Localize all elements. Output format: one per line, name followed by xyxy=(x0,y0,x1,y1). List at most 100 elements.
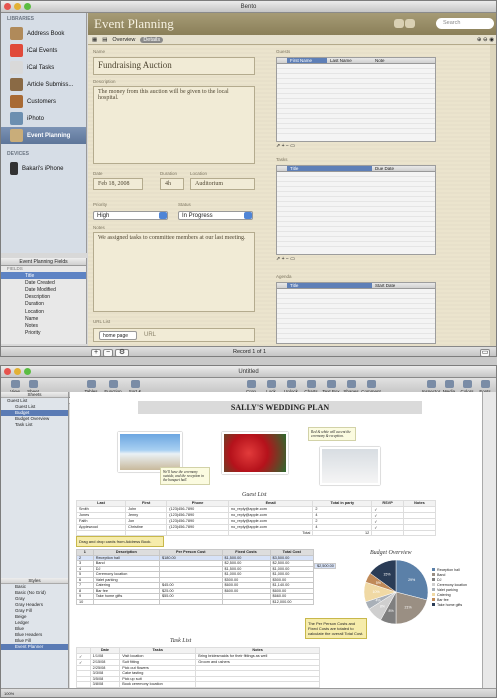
field-item[interactable]: Description xyxy=(1,294,86,301)
sidebar-item-address-book[interactable]: Address Book xyxy=(1,25,86,42)
agenda-grid[interactable]: Title Start Date xyxy=(276,282,436,344)
window-controls xyxy=(4,3,31,10)
legend-swatch xyxy=(432,583,435,586)
add-record-button[interactable]: + xyxy=(91,349,101,356)
notes-field[interactable]: We assigned tasks to committee members a… xyxy=(93,232,255,312)
cake-photo xyxy=(320,447,380,485)
fields-panel: Event Planning Fields FIELDS Title Date C… xyxy=(1,258,87,344)
numbers-titlebar: Untitled xyxy=(1,366,496,378)
priority-select[interactable]: High xyxy=(93,211,168,220)
task-icon xyxy=(10,61,23,74)
guest-table[interactable]: Last First Phone Email Total in party RSVP Not… xyxy=(75,500,437,536)
date-field[interactable]: Feb 18, 2008 xyxy=(93,178,143,190)
field-item[interactable]: Priority xyxy=(1,330,86,337)
duration-label: Duration xyxy=(160,171,178,176)
customers-icon xyxy=(10,95,23,108)
legend-swatch xyxy=(432,588,435,591)
guests-label: Guests xyxy=(276,49,291,54)
sheet-item[interactable]: Task List xyxy=(1,422,68,428)
pie-label: 4% xyxy=(375,598,381,602)
colors-icon xyxy=(462,380,472,388)
field-item[interactable]: Date Created xyxy=(1,279,86,286)
close-button[interactable] xyxy=(4,3,11,10)
minimize-button[interactable] xyxy=(14,3,21,10)
tasks-label: Tasks xyxy=(276,157,288,162)
sidebar-item-customers[interactable]: Customers xyxy=(1,93,86,110)
delete-record-button[interactable]: − xyxy=(103,349,113,356)
list-view-icon[interactable]: ▦ xyxy=(92,37,97,43)
record-controls[interactable]: ⊕ ⊖ ◉ xyxy=(477,37,494,43)
minimize-button[interactable] xyxy=(14,368,21,375)
field-item[interactable]: Duration xyxy=(1,301,86,308)
sidebar-item-iphoto[interactable]: iPhoto xyxy=(1,110,86,127)
location-field[interactable]: Auditorium xyxy=(190,178,255,190)
url-input[interactable]: URL xyxy=(144,332,156,338)
shapes-icon xyxy=(346,380,356,388)
library-main: Event Planning Search ▦ ▤ Overview Detai… xyxy=(88,13,496,346)
field-item[interactable]: Notes xyxy=(1,322,86,329)
grid-row[interactable] xyxy=(277,129,435,134)
field-item[interactable]: Location xyxy=(1,308,86,315)
action-button[interactable]: ⚙ xyxy=(115,349,129,356)
table-row[interactable]: 3/8/08 Book ceremony location xyxy=(76,681,320,688)
budget-pie-chart[interactable]: 29% 21% 8%8% 4% 10% 5% 15% xyxy=(362,558,430,626)
tasks-grid[interactable]: Title Due Date xyxy=(276,165,436,255)
status-label: Status xyxy=(178,202,191,207)
url-type-select[interactable]: home page xyxy=(99,331,137,340)
numbers-statusbar: 100% xyxy=(1,688,496,697)
device-item[interactable]: Bakari's iPhone xyxy=(1,160,86,177)
duration-field[interactable]: 4h xyxy=(160,178,184,190)
tab-overview[interactable]: Overview xyxy=(112,37,135,43)
legend-swatch xyxy=(432,573,435,576)
grid-view-icon[interactable]: ▤ xyxy=(102,37,107,43)
cost-note: The Per Person Costs and Fixed Costs are… xyxy=(305,618,367,639)
style-item[interactable]: Event Planner xyxy=(1,644,68,650)
field-item[interactable]: Date Modified xyxy=(1,286,86,293)
function-icon xyxy=(108,380,118,388)
window-title: Bento xyxy=(240,4,257,10)
record-status: Record 1 of 1 xyxy=(232,349,267,355)
sheet-canvas[interactable]: SALLY'S WEDDING PLAN We'll have the cere… xyxy=(70,392,482,688)
pie-label: 15% xyxy=(383,572,391,576)
legend-swatch xyxy=(432,578,435,581)
sidebar-item-ical-events[interactable]: iCal Events xyxy=(1,42,86,59)
search-field[interactable]: Search xyxy=(436,18,494,29)
pie-label: 8% xyxy=(380,604,386,608)
fullscreen-button[interactable]: ▭ xyxy=(480,349,490,356)
sidebar-item-article-submiss-[interactable]: Article Submiss... xyxy=(1,76,86,93)
record-form: Name Fundraising Auction Description The… xyxy=(88,45,496,346)
zoom-button[interactable] xyxy=(24,368,31,375)
grid-row[interactable] xyxy=(277,242,435,247)
total-row: Total 12 xyxy=(75,529,437,536)
guests-grid[interactable]: First Name Last Name Note xyxy=(276,57,436,142)
budget-table[interactable]: 1 Description Per Person Cost Fixed Costs To… xyxy=(76,549,315,605)
name-field[interactable]: Fundraising Auction xyxy=(93,57,255,75)
field-item[interactable]: Title xyxy=(1,272,86,280)
prev-record-button[interactable] xyxy=(394,19,404,28)
tab-details[interactable]: Details xyxy=(140,36,164,43)
budget-extra-cell[interactable]: $2,500.00 xyxy=(314,563,336,569)
bento-titlebar: Bento xyxy=(1,1,496,13)
close-button[interactable] xyxy=(4,368,11,375)
guests-controls[interactable]: ⇗ + − ▭ xyxy=(276,143,295,149)
field-item[interactable]: Name xyxy=(1,315,86,322)
sheet-icon xyxy=(28,380,38,388)
sidebar-item-event-planning[interactable]: Event Planning xyxy=(1,127,86,144)
grid-row[interactable] xyxy=(277,334,435,339)
pie-label: 5% xyxy=(376,581,382,585)
url-label: URL List xyxy=(93,319,111,324)
description-field[interactable]: The money from this auction will be give… xyxy=(93,86,255,164)
table-row[interactable]: 10 $12,000.00 xyxy=(76,598,315,605)
status-select[interactable]: In Progress xyxy=(178,211,253,220)
form-scrollbar[interactable] xyxy=(490,45,496,346)
task-table[interactable]: Date Tasks Notes ✓ 1/1/08 Visit location Bring… xyxy=(76,647,320,688)
roses-photo xyxy=(222,432,288,474)
zoom-button[interactable] xyxy=(24,3,31,10)
sheet-scrollbar[interactable] xyxy=(482,392,496,688)
pie-label: 21% xyxy=(405,606,413,610)
next-record-button[interactable] xyxy=(405,19,415,28)
sidebar-item-ical-tasks[interactable]: iCal Tasks xyxy=(1,59,86,76)
budget-overview-title: Budget Overview xyxy=(370,550,412,556)
zoom-select[interactable]: 100% xyxy=(4,691,14,696)
tasks-controls[interactable]: ⇗ + − ▭ xyxy=(276,256,295,262)
